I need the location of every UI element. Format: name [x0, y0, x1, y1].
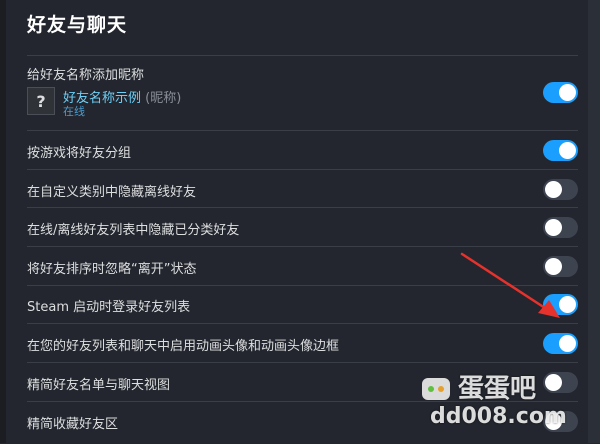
watermark-site: dd008.com — [430, 404, 567, 429]
watermark-brand: 蛋蛋吧 — [458, 374, 537, 404]
watermark-logo-icon — [422, 378, 450, 400]
friends-chat-settings-panel: 好友与聊天 给好友名称添加昵称 ? 好友名称示例 (昵称) 在线 按游戏将好友分… — [0, 0, 600, 443]
